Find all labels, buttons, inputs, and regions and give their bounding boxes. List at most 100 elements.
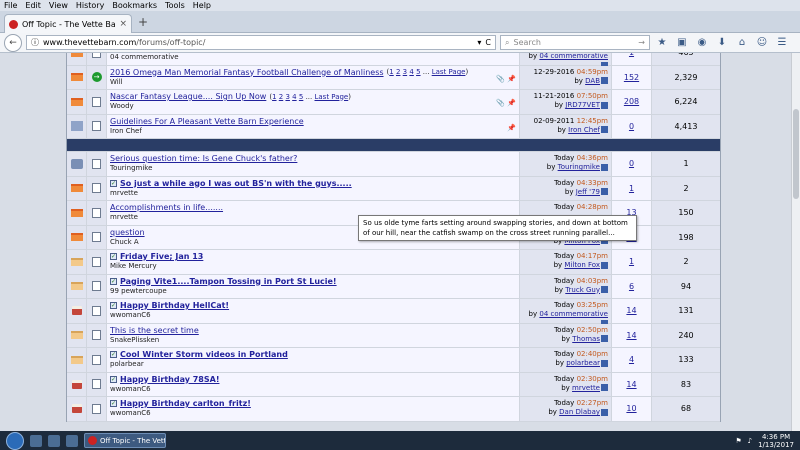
go-to-last-post-icon[interactable] xyxy=(601,126,608,133)
tray-volume-icon[interactable]: ♪ xyxy=(748,437,752,445)
thread-title-link[interactable]: Paging Vite1....Tampon Tossing in Port S… xyxy=(120,277,337,286)
thread-author[interactable]: wwomanC6 xyxy=(110,409,516,417)
menu-icon[interactable]: ☰ xyxy=(774,37,790,48)
last-poster-link[interactable]: mrvette xyxy=(572,384,600,392)
taskbar-window-button[interactable]: Off Topic - The Vette... xyxy=(84,433,166,448)
last-poster-link[interactable]: Truck Guy xyxy=(565,286,600,294)
thread-title-link[interactable]: Nascar Fantasy League.... Sign Up Now xyxy=(110,92,266,101)
last-poster-link[interactable]: Milton Fox xyxy=(564,261,600,269)
thread-author[interactable]: polarbear xyxy=(110,360,516,368)
back-button[interactable]: ← xyxy=(4,33,22,52)
go-to-last-post-icon[interactable] xyxy=(601,359,608,367)
menu-history[interactable]: History xyxy=(72,1,108,10)
search-go-icon[interactable]: → xyxy=(638,38,645,47)
replies-count[interactable]: 14 xyxy=(626,331,636,340)
last-page-link[interactable]: Last Page xyxy=(314,93,348,101)
dropdown-icon[interactable]: ▾ xyxy=(477,38,481,47)
close-tab-icon[interactable]: × xyxy=(119,19,127,29)
last-poster-link[interactable]: JRD77VET xyxy=(565,101,600,109)
go-to-last-post-icon[interactable] xyxy=(601,335,608,342)
last-poster-link[interactable]: Dan Dlabay xyxy=(559,408,600,416)
page-link[interactable]: 3 xyxy=(285,93,289,101)
replies-count[interactable]: 10 xyxy=(626,404,636,413)
page-link[interactable]: 2 xyxy=(396,68,400,76)
new-tab-button[interactable]: + xyxy=(138,15,148,29)
chat-icon[interactable]: ☺ xyxy=(754,37,770,48)
replies-count[interactable]: 0 xyxy=(629,159,634,168)
replies-count[interactable]: 152 xyxy=(624,73,639,82)
page-link[interactable]: 5 xyxy=(416,68,420,76)
thread-title-link[interactable]: Happy Birthday 78SA! xyxy=(120,375,219,384)
scrollbar-thumb[interactable] xyxy=(793,109,799,199)
last-poster-link[interactable]: Iron Chef xyxy=(568,126,600,134)
thread-title-link[interactable]: Serious question time: Is Gene Chuck's f… xyxy=(110,154,297,163)
go-to-last-post-icon[interactable] xyxy=(601,286,608,293)
ie-icon[interactable] xyxy=(48,434,60,447)
page-link[interactable]: 2 xyxy=(279,93,283,101)
thread-author[interactable]: 04 commemorative xyxy=(110,53,516,61)
replies-count[interactable]: 0 xyxy=(629,122,634,131)
thread-author[interactable]: Touringmike xyxy=(110,164,516,172)
page-link[interactable]: 4 xyxy=(292,93,296,101)
thread-title-link[interactable]: This is the secret time xyxy=(110,326,199,335)
thread-title-link[interactable]: Happy Birthday HellCat! xyxy=(120,301,229,310)
page-link[interactable]: 3 xyxy=(403,68,407,76)
last-poster-link[interactable]: DAB xyxy=(585,77,600,85)
url-bar[interactable]: ⓘ www.thevettebarn.com/forums/off-topic/… xyxy=(26,35,496,50)
download-icon[interactable]: ⬇ xyxy=(714,37,730,48)
menu-bookmarks[interactable]: Bookmarks xyxy=(108,1,161,10)
firefox-icon[interactable] xyxy=(66,434,78,447)
url-text[interactable]: www.thevettebarn.com/forums/off-topic/ xyxy=(43,38,473,47)
go-to-last-post-icon[interactable] xyxy=(601,188,608,195)
last-poster-link[interactable]: 04 commemorative xyxy=(539,310,608,318)
replies-count[interactable]: 208 xyxy=(624,97,639,106)
page-link[interactable]: 1 xyxy=(272,93,276,101)
page-link[interactable]: 1 xyxy=(389,68,393,76)
thread-author[interactable]: SnakePlissken xyxy=(110,336,516,344)
page-link[interactable]: 4 xyxy=(409,68,413,76)
go-to-last-post-icon[interactable] xyxy=(601,261,608,269)
tray-flag-icon[interactable]: ⚑ xyxy=(735,437,741,445)
menu-file[interactable]: File xyxy=(0,1,21,10)
last-poster-link[interactable]: Touringmike xyxy=(558,163,600,171)
go-to-last-post-icon[interactable] xyxy=(601,408,608,416)
thread-title-link[interactable]: Happy Birthday carlton_fritz! xyxy=(120,399,251,408)
browser-tab[interactable]: Off Topic - The Vette Barn ... × xyxy=(4,14,132,33)
menu-help[interactable]: Help xyxy=(189,1,215,10)
search-input[interactable]: ⌕ Search → xyxy=(500,35,650,50)
thread-author[interactable]: Iron Chef xyxy=(110,127,516,135)
pocket-icon[interactable]: ◉ xyxy=(694,37,710,48)
start-button[interactable] xyxy=(6,431,24,450)
last-poster-link[interactable]: polarbear xyxy=(566,359,600,367)
go-to-last-post-icon[interactable] xyxy=(601,163,608,171)
thread-title-link[interactable]: Guidelines For A Pleasant Vette Barn Exp… xyxy=(110,117,304,126)
last-poster-link[interactable]: Jeff '79 xyxy=(576,188,600,196)
thread-author[interactable]: Will xyxy=(110,78,516,86)
bookmark-star-icon[interactable]: ★ xyxy=(654,37,670,48)
replies-count[interactable]: 1 xyxy=(629,184,634,193)
thread-author[interactable]: wwomanC6 xyxy=(110,311,516,319)
last-poster-link[interactable]: 04 commemorative xyxy=(539,53,608,60)
replies-count[interactable]: 6 xyxy=(629,282,634,291)
reading-list-icon[interactable]: ▣ xyxy=(674,37,690,48)
thread-title-link[interactable]: Cool Winter Storm videos in Portland xyxy=(120,350,288,359)
site-info-icon[interactable]: ⓘ xyxy=(31,37,39,48)
explorer-icon[interactable] xyxy=(30,434,42,447)
go-to-last-post-icon[interactable] xyxy=(601,101,608,109)
thread-author[interactable]: 99 pewtercoupe xyxy=(110,287,516,295)
vertical-scrollbar[interactable] xyxy=(791,53,800,431)
thread-title-link[interactable]: 2016 Omega Man Memorial Fantasy Football… xyxy=(110,68,384,77)
replies-count[interactable]: 1 xyxy=(629,53,634,57)
replies-count[interactable]: 14 xyxy=(626,380,636,389)
replies-count[interactable]: 14 xyxy=(626,306,636,315)
thread-author[interactable]: Woody xyxy=(110,102,516,110)
menu-view[interactable]: View xyxy=(45,1,72,10)
thread-title-link[interactable]: question xyxy=(110,228,145,237)
reload-icon[interactable]: C xyxy=(485,38,491,47)
thread-title-link[interactable]: Accomplishments in life....... xyxy=(110,203,223,212)
thread-title-link[interactable]: Friday Five; Jan 13 xyxy=(120,252,203,261)
replies-count[interactable]: 4 xyxy=(629,355,634,364)
thread-title-link[interactable]: So just a while ago I was out BS'n with … xyxy=(120,179,352,188)
last-page-link[interactable]: Last Page xyxy=(432,68,466,76)
go-to-last-post-icon[interactable] xyxy=(601,77,608,84)
